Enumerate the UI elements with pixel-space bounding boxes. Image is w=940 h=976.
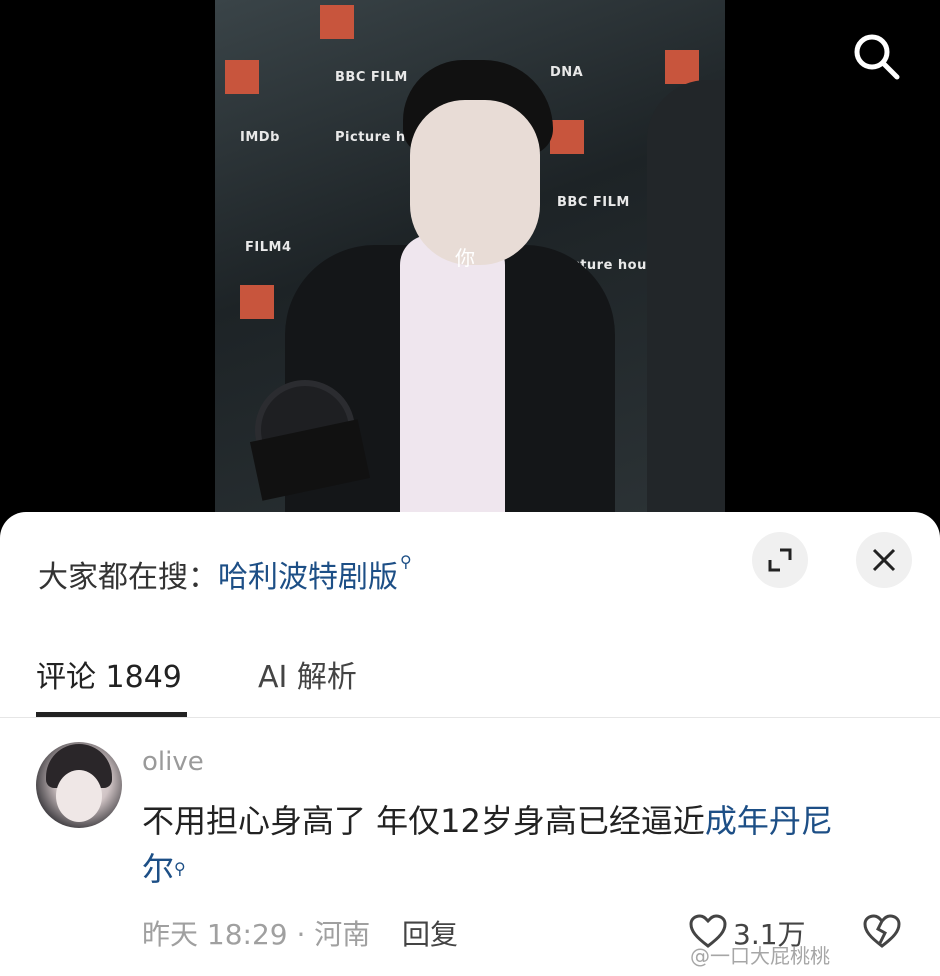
avatar-face (56, 770, 102, 822)
backdrop-logo: IMDb (240, 130, 280, 145)
close-button[interactable] (856, 532, 912, 588)
trending-search-term[interactable]: 哈利波特剧版 (218, 560, 398, 595)
backdrop-logo-red (665, 50, 699, 84)
expand-icon (768, 548, 792, 572)
backdrop-logo-red (225, 60, 259, 94)
comment-search-link[interactable]: 成年丹尼 (705, 802, 833, 840)
comment-search-link-cont[interactable]: 尔 (142, 850, 174, 888)
avatar[interactable] (36, 742, 122, 828)
comment-text-plain: 不用担心身高了 年仅12岁身高已经逼近 (142, 802, 705, 840)
active-tab-indicator (36, 712, 187, 717)
comment-username[interactable]: olive (142, 747, 204, 777)
weibo-watermark: @一口大屁桃桃 (690, 944, 830, 968)
tab-ai-analysis[interactable]: AI 解析 (258, 652, 357, 696)
expand-button[interactable] (752, 532, 808, 588)
search-small-icon: ⚲ (400, 552, 412, 571)
broken-heart-icon[interactable] (862, 913, 902, 949)
comment-time-location: 昨天 18:29 · 河南 (142, 918, 371, 951)
backdrop-logo-red (240, 285, 274, 319)
video-player[interactable]: BBC FILM IMDb FILM4 Picture house DNA BB… (215, 0, 725, 515)
trending-search-label: 大家都在搜： (38, 560, 218, 595)
subject-face (410, 100, 540, 265)
search-icon[interactable] (848, 28, 904, 84)
search-small-icon: ⚲ (174, 859, 186, 878)
tab-bar: 评论 1849 AI 解析 (0, 640, 940, 718)
comment-text: 不用担心身高了 年仅12岁身高已经逼近成年丹尼尔⚲ (142, 797, 882, 893)
side-person (647, 80, 725, 515)
close-icon (872, 548, 896, 572)
video-overlay-text: 你 (455, 246, 475, 270)
comments-sheet: 大家都在搜：哈利波特剧版 ⚲ 评论 1849 AI 解析 olive 不用担心身高… (0, 512, 940, 976)
subject-shirt (400, 235, 505, 515)
reply-button[interactable]: 回复 (402, 913, 458, 953)
tab-comments[interactable]: 评论 1849 (36, 652, 182, 696)
trending-search[interactable]: 大家都在搜：哈利波特剧版 ⚲ (38, 552, 412, 596)
backdrop-logo-red (320, 5, 354, 39)
